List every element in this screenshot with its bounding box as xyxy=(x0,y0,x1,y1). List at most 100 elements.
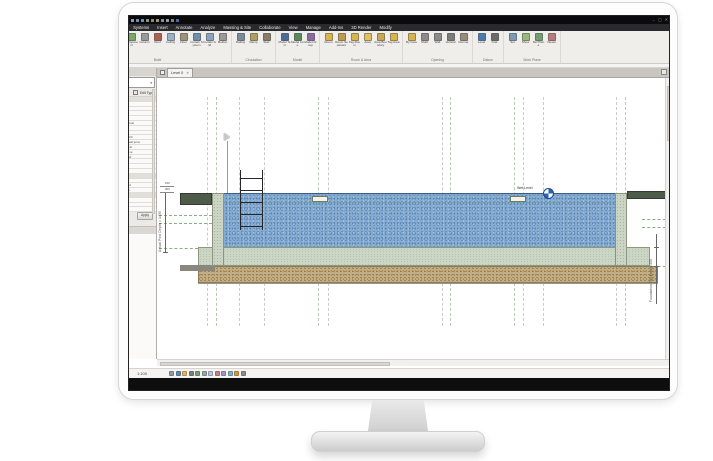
level-dash xyxy=(159,223,212,224)
ribbon-button-icon xyxy=(219,33,227,41)
ribbon-button-icon xyxy=(193,33,201,41)
ribbon-button[interactable]: Area Boundary xyxy=(374,32,387,48)
ribbon-button[interactable]: Stair xyxy=(260,32,273,48)
quick-access-toolbar-icon[interactable] xyxy=(141,19,144,22)
ribbon-tab[interactable]: View xyxy=(285,24,302,31)
vertical-scrollbar[interactable] xyxy=(665,78,670,359)
ribbon-group-label: Model xyxy=(278,57,317,63)
ribbon-tab[interactable]: Collaborate xyxy=(255,24,284,31)
ribbon-button-icon xyxy=(167,33,175,41)
close-icon[interactable]: ✕ xyxy=(186,71,189,75)
view-control-icon[interactable] xyxy=(241,371,246,376)
ribbon-tab[interactable]: Annotate xyxy=(172,24,197,31)
view-control-icon[interactable] xyxy=(169,371,174,376)
quick-access-toolbar-icon[interactable] xyxy=(131,19,134,22)
ribbon-tab[interactable]: Analyze xyxy=(196,24,219,31)
ribbon-button[interactable]: Model Group xyxy=(304,32,317,48)
window-control-button[interactable]: ✕ xyxy=(665,16,668,24)
quick-access-toolbar-icon[interactable] xyxy=(151,19,154,22)
view-control-icon[interactable] xyxy=(189,371,194,376)
ribbon-button-icon xyxy=(434,33,442,41)
view-control-icon[interactable] xyxy=(182,371,187,376)
ribbon-button[interactable]: Ceiling xyxy=(164,32,177,48)
ribbon-button[interactable]: Curtain System xyxy=(190,32,203,48)
ribbon-button[interactable]: Model Text xyxy=(278,32,291,48)
ribbon-button[interactable]: Level xyxy=(475,32,488,48)
ribbon-button[interactable]: Shaft xyxy=(418,32,431,48)
ribbon-button-icon xyxy=(491,33,499,41)
view-control-icon[interactable] xyxy=(208,371,213,376)
ribbon-button[interactable]: By Face xyxy=(405,32,418,48)
ribbon-button[interactable]: Wall xyxy=(431,32,444,48)
ribbon-tab[interactable]: Add-Ins xyxy=(325,24,347,31)
type-selector[interactable]: Floor Plan ▾ xyxy=(128,77,155,88)
ribbon-button-icon xyxy=(325,33,333,41)
browser-tree-item[interactable]: Revit Links xyxy=(128,294,156,299)
ribbon-button[interactable]: Column xyxy=(138,32,151,48)
ribbon-tab[interactable]: Massing & Site xyxy=(219,24,255,31)
window-control-button[interactable]: – xyxy=(653,16,655,24)
level-dash xyxy=(159,215,212,216)
ribbon-button[interactable]: Viewer xyxy=(545,32,558,48)
project-browser: Project Browser - Project1 [0] Views (al… xyxy=(128,226,156,359)
pool-wall-left xyxy=(212,193,224,266)
dimension-text: 300 xyxy=(165,188,170,191)
ribbon-button[interactable]: Tag Area xyxy=(387,32,400,48)
ribbon-tab[interactable]: 3D Render xyxy=(347,24,375,31)
view-control-icon[interactable] xyxy=(176,371,181,376)
view-control-icon[interactable] xyxy=(202,371,207,376)
ribbon-button[interactable]: Ramp xyxy=(247,32,260,48)
view-control-icon[interactable] xyxy=(215,371,220,376)
quick-access-toolbar-icon[interactable] xyxy=(146,19,149,22)
ribbon-button[interactable]: Mullion xyxy=(216,32,229,48)
view-tab-level-0[interactable]: Level 0 ✕ xyxy=(167,68,193,77)
ribbon-button[interactable]: Floor xyxy=(177,32,190,48)
quick-access-toolbar-icon[interactable] xyxy=(171,19,174,22)
quick-access-toolbar-icon[interactable] xyxy=(176,19,179,22)
tab-list-icon[interactable] xyxy=(661,69,667,75)
ribbon-group-label: Room & Area xyxy=(322,57,400,63)
ribbon-button[interactable]: Vertical xyxy=(444,32,457,48)
edit-type-icon xyxy=(133,90,138,95)
apply-button[interactable]: Apply xyxy=(137,212,153,220)
dimension-tick xyxy=(654,247,659,248)
view-scale-button[interactable]: 1:100 xyxy=(137,371,147,376)
quick-access-toolbar-icon[interactable] xyxy=(156,19,159,22)
ribbon-group-build: Wall Door Window xyxy=(128,31,232,63)
window-control-button[interactable]: ▢ xyxy=(658,16,662,24)
view-control-icon[interactable] xyxy=(234,371,239,376)
properties-scrollbar[interactable] xyxy=(152,89,155,214)
ribbon-tab[interactable]: Systems xyxy=(129,24,153,31)
ladder-rung xyxy=(240,226,263,227)
ribbon-button[interactable]: Curtain Grid xyxy=(203,32,216,48)
ribbon-tab[interactable]: Manage xyxy=(302,24,325,31)
ribbon-button[interactable]: Room xyxy=(322,32,335,48)
ribbon-group-datum: Level Grid Datum xyxy=(473,31,504,63)
screen-bottom-edge xyxy=(128,378,670,391)
horizontal-scrollbar[interactable] xyxy=(157,359,670,366)
ribbon-tab[interactable]: Modify xyxy=(376,24,396,31)
ribbon-button[interactable]: Roof xyxy=(151,32,164,48)
quick-access-toolbar-icon[interactable] xyxy=(136,19,139,22)
view-control-icon[interactable] xyxy=(221,371,226,376)
view-tab-bar: Level 0 ✕ xyxy=(157,68,670,78)
ribbon-tab[interactable]: Insert xyxy=(153,24,171,31)
quick-access-toolbar-icon[interactable] xyxy=(161,19,164,22)
left-panel: Properties Floor Plan ▾ Edit Type xyxy=(128,68,157,359)
ribbon-button[interactable]: Area xyxy=(361,32,374,48)
ribbon-button[interactable]: Grid xyxy=(488,32,501,48)
ribbon-button[interactable]: Railing xyxy=(234,32,247,48)
ribbon-button[interactable]: Show xyxy=(519,32,532,48)
view-control-icon[interactable] xyxy=(228,371,233,376)
ribbon-button[interactable]: Component xyxy=(128,32,138,48)
drawing-canvas[interactable]: Wet Level Actual Pool Depth = 1435 xyxy=(157,78,670,359)
ribbon-button[interactable]: Tag Room xyxy=(348,32,361,48)
ladder-rung xyxy=(240,178,263,179)
ribbon-button[interactable]: Set xyxy=(506,32,519,48)
quick-access-toolbar-icon[interactable] xyxy=(166,19,169,22)
ribbon-button[interactable]: Dormer xyxy=(457,32,470,48)
view-control-icon[interactable] xyxy=(195,371,200,376)
ribbon-button[interactable]: Room Separator xyxy=(335,32,348,48)
ribbon-button[interactable]: Model Line xyxy=(291,32,304,48)
ribbon-button[interactable]: Ref Plane xyxy=(532,32,545,48)
